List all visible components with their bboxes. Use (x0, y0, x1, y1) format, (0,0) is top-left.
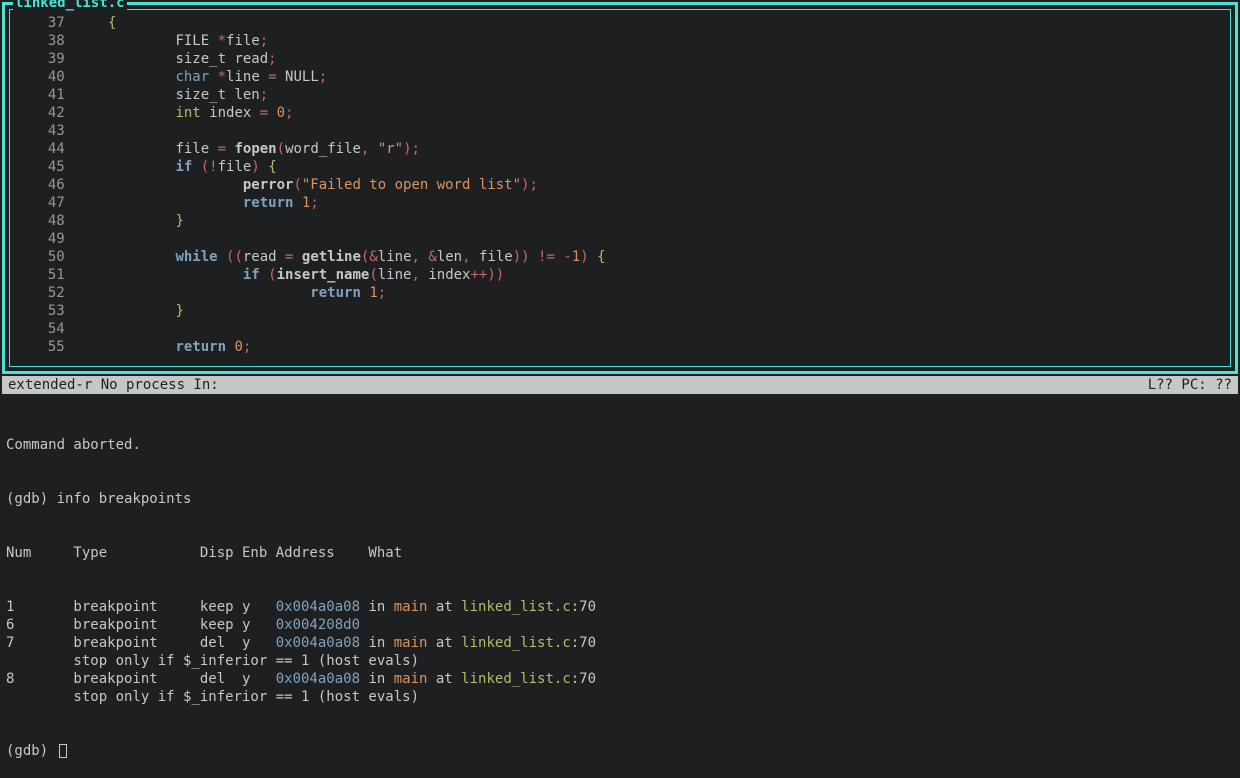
code-line: 39 size_t read; (18, 50, 1222, 68)
code-content: while ((read = getline(&line, &len, file… (108, 248, 1222, 266)
code-line: 51 if (insert_name(line, index++)) (18, 266, 1222, 284)
code-line: 43 (18, 122, 1222, 140)
line-number: 43 (18, 122, 108, 140)
code-area: 37 {38 FILE *file;39 size_t read;40 char… (18, 14, 1222, 356)
code-content: char *line = NULL; (108, 68, 1222, 86)
line-number: 45 (18, 158, 108, 176)
code-content (108, 320, 1222, 338)
code-line: 41 size_t len; (18, 86, 1222, 104)
code-content: size_t len; (108, 86, 1222, 104)
line-number: 41 (18, 86, 108, 104)
code-line: 46 perror("Failed to open word list"); (18, 176, 1222, 194)
breakpoint-row: 1 breakpoint keep y 0x004a0a08 in main a… (6, 598, 1234, 616)
line-number: 51 (18, 266, 108, 284)
code-content (108, 122, 1222, 140)
breakpoint-list: 1 breakpoint keep y 0x004a0a08 in main a… (6, 598, 1234, 706)
code-content (108, 230, 1222, 248)
code-line: 45 if (!file) { (18, 158, 1222, 176)
gdb-aborted: Command aborted. (6, 436, 1234, 454)
code-content: } (108, 302, 1222, 320)
code-content: return 1; (108, 194, 1222, 212)
breakpoint-row: 8 breakpoint del y 0x004a0a08 in main at… (6, 670, 1234, 688)
code-content: int index = 0; (108, 104, 1222, 122)
code-line: 47 return 1; (18, 194, 1222, 212)
line-number: 54 (18, 320, 108, 338)
code-content: if (!file) { (108, 158, 1222, 176)
line-number: 37 (18, 14, 108, 32)
line-number: 44 (18, 140, 108, 158)
line-number: 42 (18, 104, 108, 122)
code-line: 37 { (18, 14, 1222, 32)
code-line: 40 char *line = NULL; (18, 68, 1222, 86)
code-line: 54 (18, 320, 1222, 338)
source-pane: linked_list.c 37 {38 FILE *file;39 size_… (2, 2, 1238, 374)
line-number: 48 (18, 212, 108, 230)
line-number: 55 (18, 338, 108, 356)
code-content: return 0; (108, 338, 1222, 356)
code-line: 42 int index = 0; (18, 104, 1222, 122)
line-number: 49 (18, 230, 108, 248)
code-content: size_t read; (108, 50, 1222, 68)
code-content: if (insert_name(line, index++)) (108, 266, 1222, 284)
gdb-console[interactable]: Command aborted. (gdb) info breakpoints … (0, 394, 1240, 778)
code-content: perror("Failed to open word list"); (108, 176, 1222, 194)
code-line: 48 } (18, 212, 1222, 230)
line-number: 39 (18, 50, 108, 68)
gdb-header: Num Type Disp Enb Address What (6, 544, 1234, 562)
status-bar: extended-r No process In: L?? PC: ?? (2, 376, 1238, 394)
line-number: 53 (18, 302, 108, 320)
code-line: 38 FILE *file; (18, 32, 1222, 50)
status-left: extended-r No process In: (8, 376, 219, 394)
breakpoint-condition: stop only if $_inferior == 1 (host evals… (6, 652, 1234, 670)
gdb-cmd-info: (gdb) info breakpoints (6, 490, 1234, 508)
source-inner[interactable]: 37 {38 FILE *file;39 size_t read;40 char… (9, 9, 1231, 367)
status-right: L?? PC: ?? (1148, 376, 1232, 394)
code-line: 50 while ((read = getline(&line, &len, f… (18, 248, 1222, 266)
line-number: 38 (18, 32, 108, 50)
code-line: 53 } (18, 302, 1222, 320)
cursor-icon (59, 744, 67, 758)
code-line: 44 file = fopen(word_file, "r"); (18, 140, 1222, 158)
code-content: FILE *file; (108, 32, 1222, 50)
breakpoint-row: 6 breakpoint keep y 0x004208d0 (6, 616, 1234, 634)
code-content: } (108, 212, 1222, 230)
code-content: return 1; (108, 284, 1222, 302)
line-number: 52 (18, 284, 108, 302)
source-filename: linked_list.c (13, 0, 127, 12)
gdb-prompt[interactable]: (gdb) (6, 742, 1234, 760)
code-line: 55 return 0; (18, 338, 1222, 356)
code-line: 52 return 1; (18, 284, 1222, 302)
line-number: 40 (18, 68, 108, 86)
line-number: 50 (18, 248, 108, 266)
code-content: file = fopen(word_file, "r"); (108, 140, 1222, 158)
code-content: { (108, 14, 1222, 32)
code-line: 49 (18, 230, 1222, 248)
breakpoint-condition: stop only if $_inferior == 1 (host evals… (6, 688, 1234, 706)
line-number: 46 (18, 176, 108, 194)
line-number: 47 (18, 194, 108, 212)
breakpoint-row: 7 breakpoint del y 0x004a0a08 in main at… (6, 634, 1234, 652)
